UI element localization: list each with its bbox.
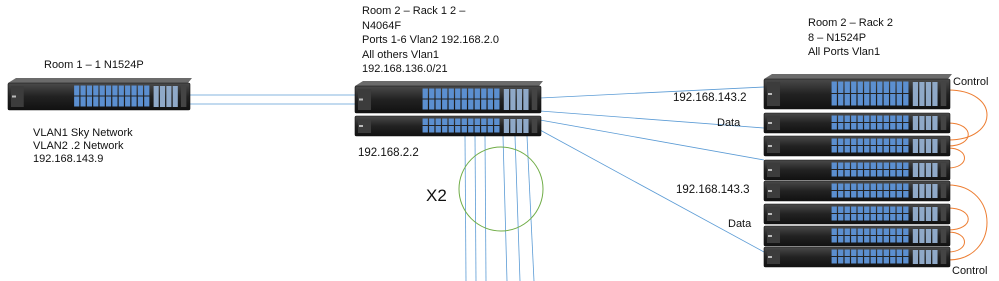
rack2-group2-control-label: Control [952, 265, 988, 277]
network-switch-icon [12, 95, 16, 98]
switch-rack2-8 [763, 246, 951, 268]
uplink-3 [484, 135, 487, 281]
rack1-line: 192.168.136.0/21 [362, 63, 448, 75]
network-switch-icon [768, 213, 772, 215]
uplink-multiplier: X2 [426, 186, 447, 205]
stack-loop-6 [947, 231, 965, 253]
uplink-1 [464, 135, 467, 281]
switch-rack1-top [354, 81, 543, 114]
rack2-line: All Ports Vlan1 [808, 46, 881, 58]
rack1-line: All others Vlan1 [362, 48, 440, 61]
switch-room1 [7, 78, 192, 111]
network-switch-icon [768, 235, 772, 237]
rack2-info: Room 2 – Rack 2 8 – N1524P All Ports Vla… [808, 16, 893, 60]
rack2-group1-control-label: Control [953, 76, 989, 88]
rack2-line: 8 – N1524P [808, 31, 867, 44]
rack2-group1-data-label: Data [717, 117, 741, 129]
rack1-line: N4064F [362, 19, 402, 32]
rack1-line: Room 2 – Rack 1 2 – [362, 5, 466, 17]
uplink-6 [526, 135, 535, 281]
site-a-line: 192.168.143.9 [33, 153, 104, 165]
uplink-5 [514, 135, 521, 281]
uplink-group-circle [458, 146, 544, 232]
switch-rack2-4 [763, 159, 951, 181]
network-switch-icon [768, 169, 772, 171]
switch-rack2-6 [763, 203, 951, 225]
network-switch-icon [768, 122, 772, 124]
switch-rack2-5 [763, 180, 951, 202]
stack-loop-5 [947, 207, 969, 231]
switch-rack2-7 [763, 225, 951, 247]
stack-loop-3 [947, 147, 965, 169]
switch-rack1-bottom [354, 115, 542, 137]
network-switch-icon [768, 145, 772, 147]
uplink-2 [474, 135, 477, 281]
rack2-group2-ip: 192.168.143.3 [676, 184, 750, 196]
network-switch-icon [768, 93, 772, 95]
uplink-4 [502, 135, 508, 281]
site-a-title: Room 1 – 1 N1524P [44, 59, 144, 71]
network-switch-icon [768, 256, 772, 258]
site-a-line: VLAN1 Sky Network [33, 127, 133, 139]
rack2-group1-ip: 192.168.143.2 [673, 92, 747, 104]
site-a-info: VLAN1 Sky Network VLAN2 .2 Network 192.1… [33, 127, 133, 166]
rack1-switch-ip: 192.168.2.2 [358, 147, 419, 159]
rack1-info: Room 2 – Rack 1 2 – N4064F Ports 1-6 Vla… [362, 4, 499, 77]
switch-rack2-2 [763, 112, 951, 134]
rack2-group2-data-label: Data [728, 218, 752, 230]
network-switch-icon [768, 190, 772, 192]
rack1-line: Ports 1-6 Vlan2 192.168.2.0 [362, 34, 499, 46]
switch-rack2-3 [763, 135, 951, 157]
stack-cables [947, 89, 988, 261]
switch-rack2-1 [763, 74, 952, 110]
network-switch-icon [359, 125, 363, 127]
network-switch-icon [359, 98, 363, 101]
site-a-line: VLAN2 .2 Network [33, 140, 124, 152]
stack-loop-2 [947, 122, 969, 147]
rack2-line: Room 2 – Rack 2 [808, 17, 893, 29]
